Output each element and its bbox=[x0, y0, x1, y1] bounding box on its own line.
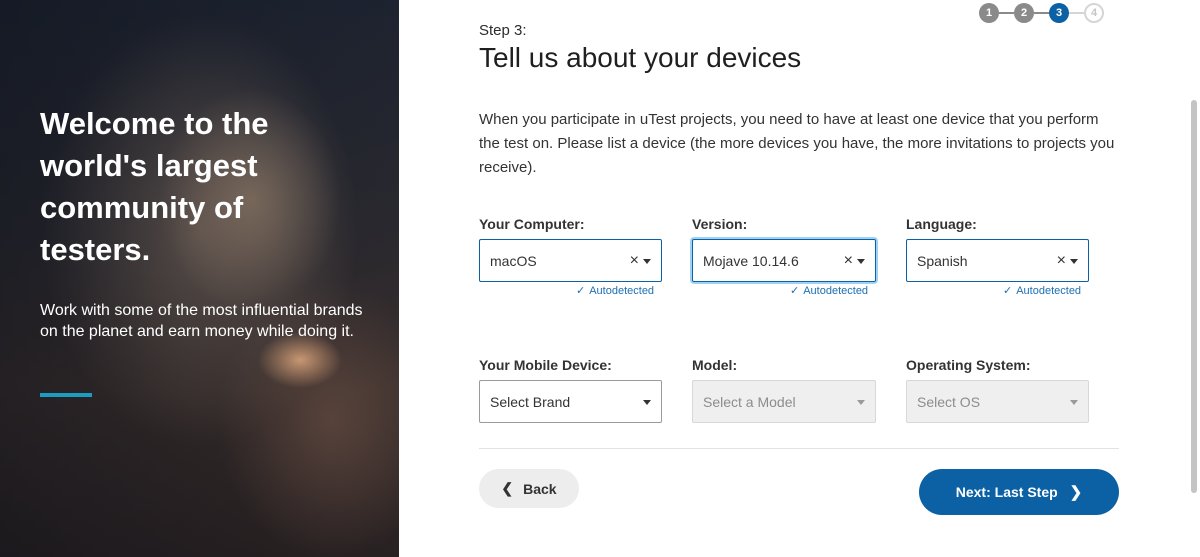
chevron-left-icon: ❮ bbox=[501, 480, 514, 496]
step-label: Step 3: bbox=[479, 22, 527, 39]
language-label: Language: bbox=[906, 216, 977, 232]
version-value: Mojave 10.14.6 bbox=[703, 252, 799, 269]
brand-select[interactable]: Select Brand bbox=[479, 380, 662, 423]
autodetected-label: Autodetected bbox=[803, 285, 869, 297]
os-select: Select OS bbox=[906, 380, 1089, 423]
back-button[interactable]: ❮ Back bbox=[479, 469, 579, 508]
hero-accent-bar bbox=[40, 393, 92, 397]
brand-placeholder: Select Brand bbox=[490, 393, 571, 410]
close-icon[interactable]: × bbox=[1057, 251, 1066, 271]
os-label: Operating System: bbox=[906, 357, 1031, 373]
check-icon: ✓ bbox=[576, 285, 586, 297]
language-autodetected: ✓ Autodetected bbox=[1003, 284, 1081, 297]
chevron-right-icon: ❯ bbox=[1069, 484, 1083, 501]
hero-image-overlay bbox=[0, 0, 399, 557]
check-icon: ✓ bbox=[790, 285, 800, 297]
step-connector bbox=[1069, 12, 1084, 14]
autodetected-label: Autodetected bbox=[589, 285, 655, 297]
version-autodetected: ✓ Autodetected bbox=[790, 284, 868, 297]
computer-autodetected: ✓ Autodetected bbox=[576, 284, 654, 297]
step-4-indicator: 4 bbox=[1084, 3, 1104, 23]
model-placeholder: Select a Model bbox=[703, 393, 796, 410]
version-select[interactable]: Mojave 10.14.6 × bbox=[692, 239, 876, 282]
close-icon[interactable]: × bbox=[844, 251, 853, 271]
page-title: Tell us about your devices bbox=[479, 42, 802, 73]
language-select[interactable]: Spanish × bbox=[906, 239, 1089, 282]
back-label: Back bbox=[523, 480, 557, 497]
caret-down-icon bbox=[1070, 400, 1078, 405]
caret-down-icon bbox=[1070, 259, 1078, 264]
caret-down-icon bbox=[643, 259, 651, 264]
step-connector bbox=[1034, 12, 1049, 14]
step-3-indicator: 3 bbox=[1049, 3, 1069, 23]
divider bbox=[479, 448, 1119, 449]
step-1-indicator: 1 bbox=[979, 3, 999, 23]
next-last-step-button[interactable]: Next: Last Step ❯ bbox=[919, 469, 1119, 515]
computer-label: Your Computer: bbox=[479, 216, 585, 232]
computer-select[interactable]: macOS × bbox=[479, 239, 662, 282]
next-label: Next: Last Step bbox=[955, 484, 1058, 500]
intro-text: When you participate in uTest projects, … bbox=[479, 111, 1115, 176]
caret-down-icon bbox=[643, 400, 651, 405]
version-label: Version: bbox=[692, 216, 748, 232]
language-value: Spanish bbox=[917, 252, 968, 269]
progress-stepper: 1 2 3 4 bbox=[979, 3, 1104, 23]
os-placeholder: Select OS bbox=[917, 393, 981, 410]
model-select: Select a Model bbox=[692, 380, 876, 423]
scrollbar[interactable] bbox=[1191, 100, 1197, 493]
hero-panel: Welcome to the world's largest community… bbox=[0, 0, 399, 557]
computer-value: macOS bbox=[490, 252, 537, 269]
caret-down-icon bbox=[857, 400, 865, 405]
caret-down-icon bbox=[857, 259, 865, 264]
hero-heading: Welcome to the world's largest community… bbox=[40, 106, 269, 267]
step-connector bbox=[999, 12, 1014, 14]
check-icon: ✓ bbox=[1003, 285, 1013, 297]
autodetected-label: Autodetected bbox=[1016, 285, 1082, 297]
close-icon[interactable]: × bbox=[630, 251, 639, 271]
mobile-device-label: Your Mobile Device: bbox=[479, 357, 612, 373]
step-2-indicator: 2 bbox=[1014, 3, 1034, 23]
model-label: Model: bbox=[692, 357, 738, 373]
hero-subtext: Work with some of the most influential b… bbox=[40, 302, 363, 340]
